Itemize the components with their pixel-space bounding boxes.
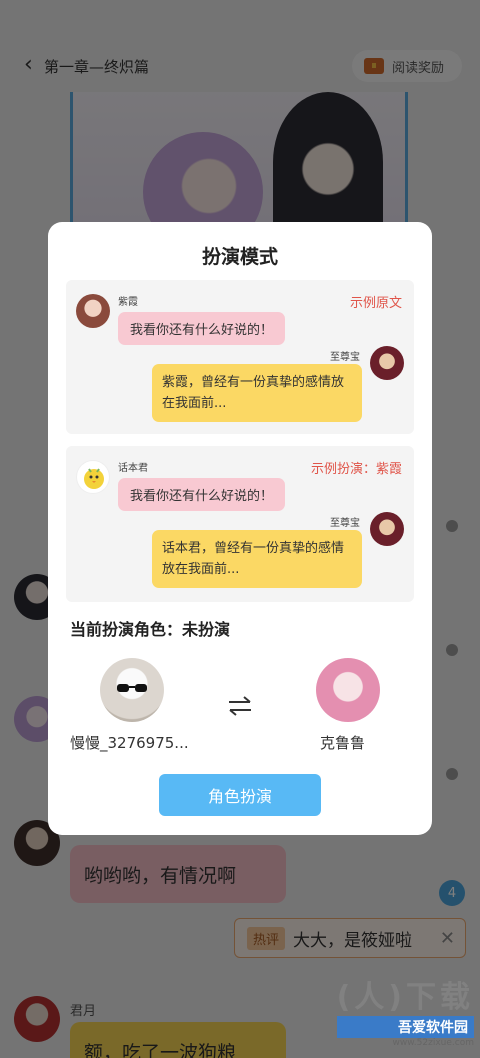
- example-roleplay-card: 话本君 示例扮演：紫霞 我看你还有什么好说的！ 至尊宝 话本君，曾经有一份真挚的…: [66, 446, 414, 602]
- sunglasses-icon: [117, 684, 147, 692]
- reply-name: 至尊宝: [330, 518, 360, 529]
- avatar: [370, 346, 404, 380]
- example-original-card: 紫霞 示例原文 我看你还有什么好说的！ 至尊宝 紫霞，曾经有一份真挚的感情放在我…: [66, 280, 414, 434]
- role-play-button[interactable]: 角色扮演: [159, 774, 321, 816]
- role-play-modal: 扮演模式 紫霞 示例原文 我看你还有什么好说的！ 至尊宝 紫霞，曾经有一份真挚的…: [48, 222, 432, 835]
- character-name: 克鲁鲁: [320, 734, 366, 752]
- example-tag: 示例扮演：紫霞: [310, 462, 402, 477]
- speaker-name: 紫霞: [118, 297, 138, 308]
- speaker-bubble: 我看你还有什么好说的！: [118, 312, 286, 345]
- speaker-name: 话本君: [118, 463, 148, 474]
- watermark-site: 吾爱软件园: [336, 1016, 474, 1038]
- avatar: [76, 460, 110, 494]
- avatar: [370, 512, 404, 546]
- user-avatar[interactable]: [100, 658, 164, 722]
- avatar: [76, 294, 110, 328]
- speaker-bubble: 我看你还有什么好说的！: [118, 478, 286, 511]
- reply-name: 至尊宝: [330, 352, 360, 363]
- watermark: (人)下载 吾爱软件园 www.52zixue.com: [336, 972, 474, 1048]
- chick-icon: [84, 468, 104, 489]
- swap-icon[interactable]: [226, 694, 254, 718]
- watermark-big: (人)下载: [336, 980, 474, 1015]
- character-avatar[interactable]: [316, 658, 380, 722]
- watermark-url: www.52zixue.com: [392, 1038, 474, 1048]
- reply-bubble: 话本君，曾经有一份真挚的感情放在我面前...: [152, 530, 362, 588]
- user-name: 慢慢_3276975...: [70, 734, 189, 752]
- modal-title: 扮演模式: [201, 246, 278, 268]
- current-role-label: 当前扮演角色：未扮演: [70, 620, 231, 639]
- example-tag: 示例原文: [349, 296, 402, 311]
- reply-bubble: 紫霞，曾经有一份真挚的感情放在我面前...: [152, 364, 362, 422]
